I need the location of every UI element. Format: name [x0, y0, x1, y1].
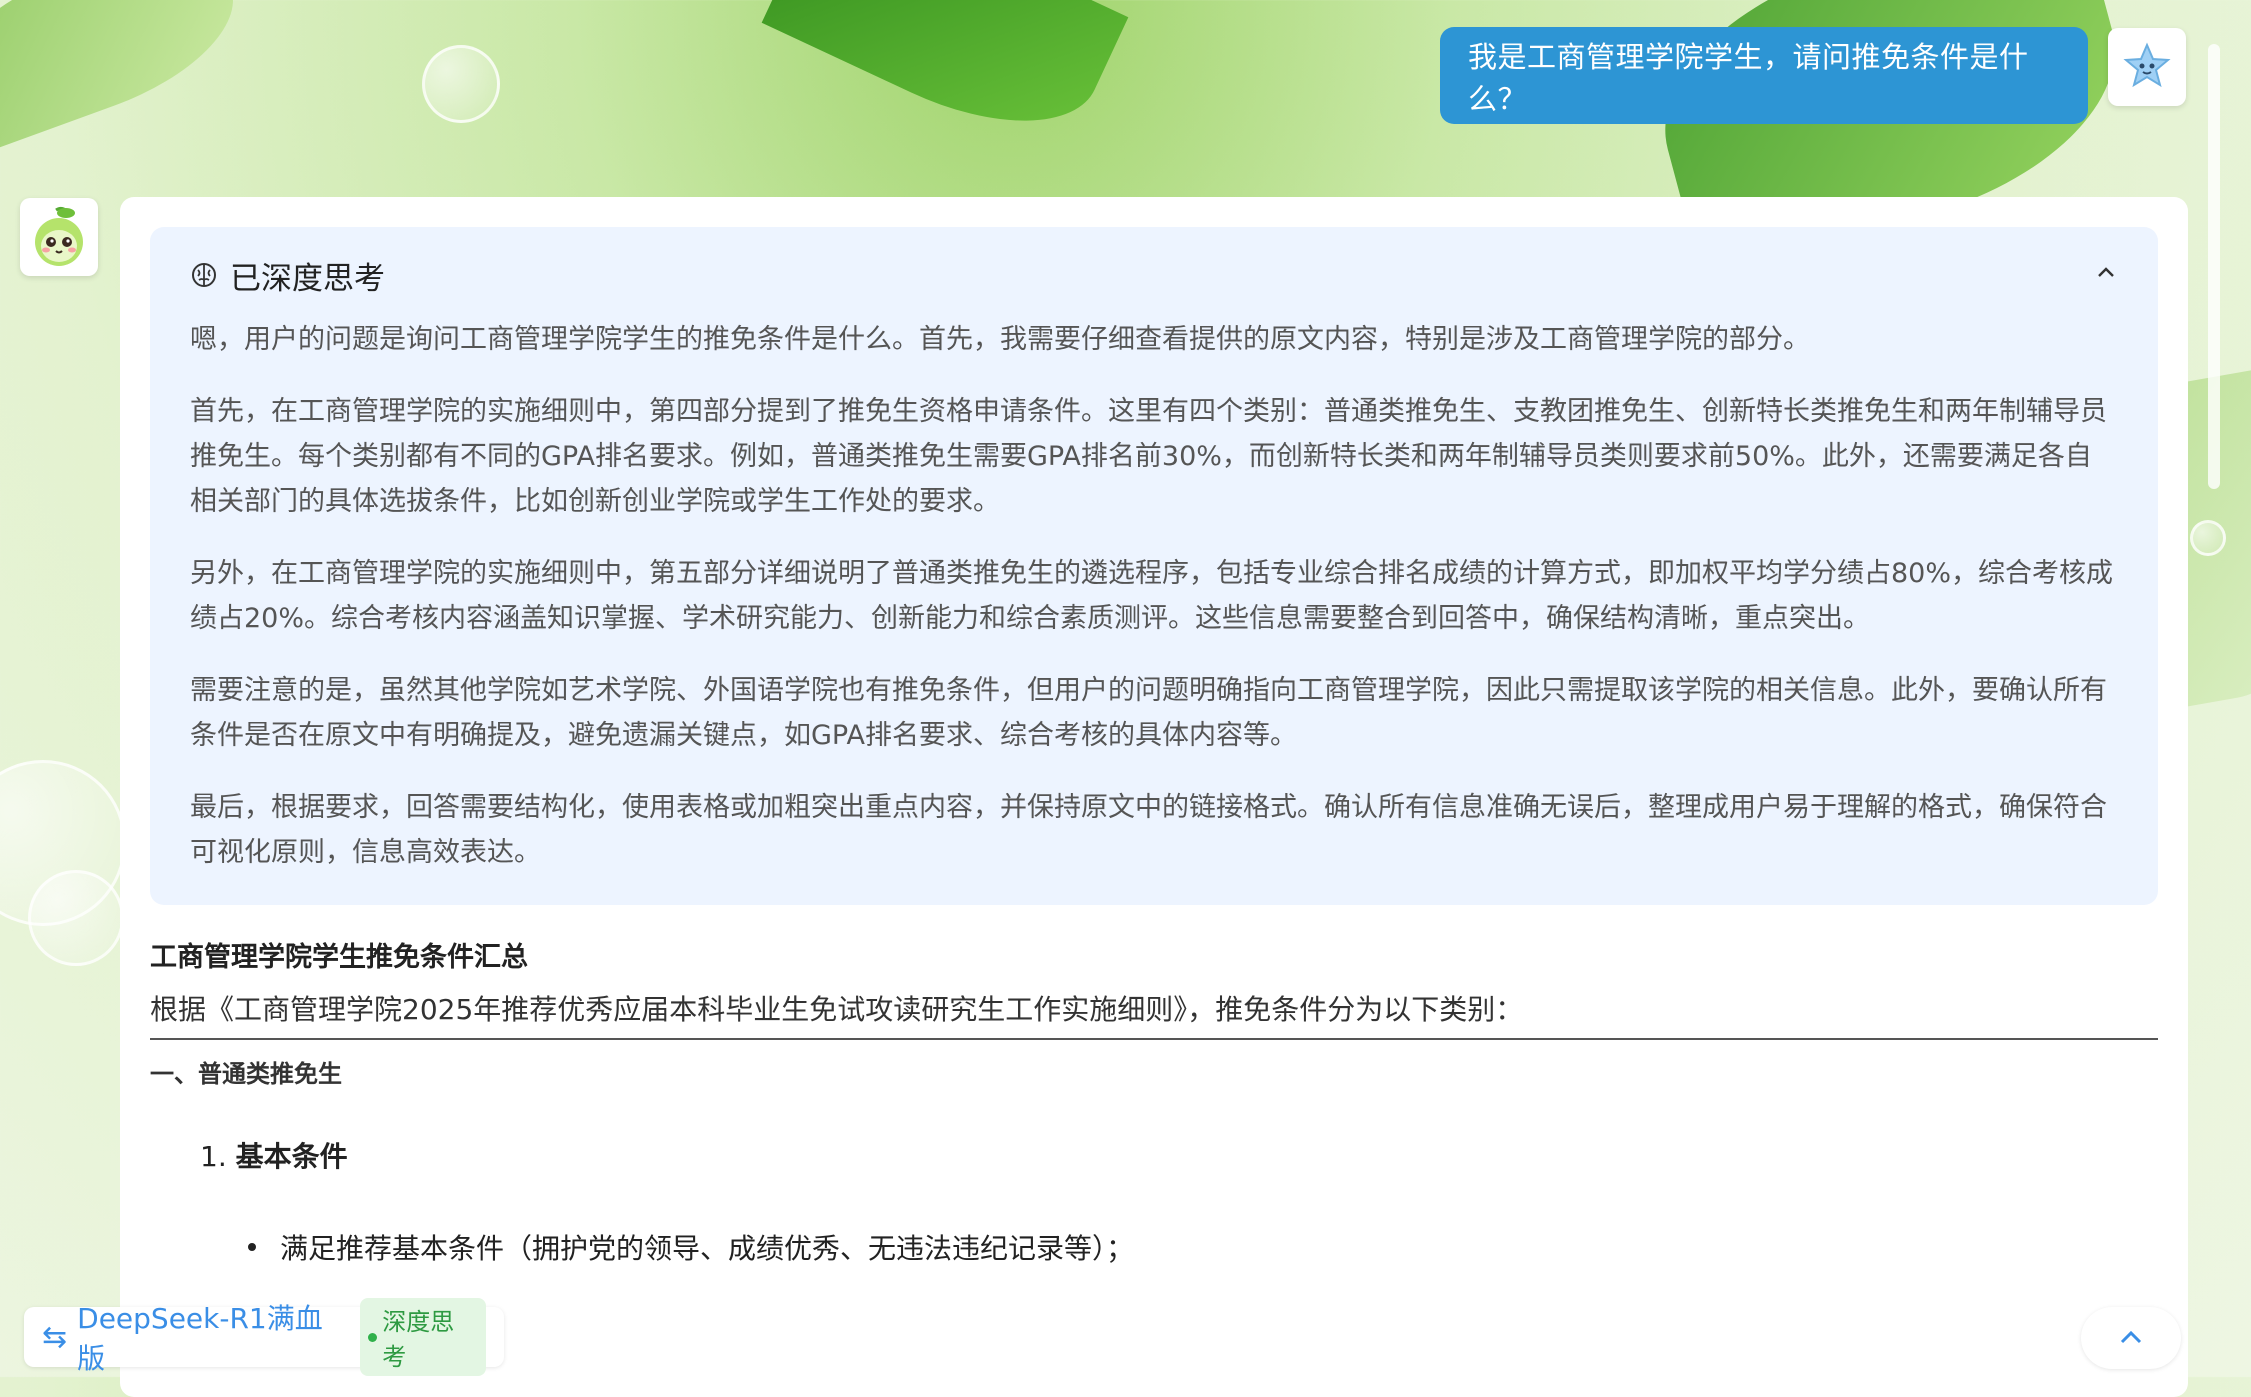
- assistant-message-card: 已深度思考 嗯，用户的问题是询问工商管理学院学生的推免条件是什么。首先，我需要仔…: [120, 197, 2188, 1397]
- thinking-panel: 已深度思考 嗯，用户的问题是询问工商管理学院学生的推免条件是什么。首先，我需要仔…: [150, 227, 2158, 905]
- thinking-paragraph: 最后，根据要求，回答需要结构化，使用表格或加粗突出重点内容，并保持原文中的链接格…: [190, 792, 2107, 868]
- model-name: DeepSeek-R1满血版: [77, 1302, 323, 1375]
- background-leaf: [761, 0, 1129, 163]
- thinking-header[interactable]: 已深度思考: [190, 255, 2118, 297]
- chevron-up-icon[interactable]: [2094, 261, 2118, 289]
- deep-think-badge: 深度思考: [360, 1298, 486, 1376]
- pear-mascot-icon: [35, 206, 83, 266]
- model-selector-button[interactable]: ⇆ DeepSeek-R1满血版 深度思考: [24, 1298, 504, 1376]
- scroll-to-top-button[interactable]: [2081, 1307, 2181, 1369]
- assistant-avatar: [20, 198, 98, 276]
- answer-section-heading: 一、普通类推免生: [150, 1060, 342, 1088]
- list-number: 1.: [200, 1140, 227, 1173]
- brain-icon: [190, 261, 218, 289]
- answer-subheading: 1. 基本条件: [200, 1135, 2158, 1175]
- scrollbar[interactable]: [2208, 44, 2220, 489]
- swap-icon: ⇆: [42, 1319, 68, 1355]
- thinking-paragraph: 首先，在工商管理学院的实施细则中，第四部分提到了推免生资格申请条件。这里有四个类…: [190, 396, 2107, 517]
- list-item: 满足推荐基本条件（拥护党的领导、成绩优秀、无违法违纪记录等）；: [248, 1227, 2158, 1267]
- deep-think-label: 深度思考: [382, 1308, 455, 1371]
- list-item-text: 满足推荐基本条件（拥护党的领导、成绩优秀、无违法违纪记录等）；: [280, 1232, 1135, 1265]
- thinking-paragraph: 嗯，用户的问题是询问工商管理学院学生的推免条件是什么。首先，我需要仔细查看提供的…: [190, 324, 1810, 355]
- user-message-bubble: 我是工商管理学院学生，请问推免条件是什么？: [1440, 27, 2088, 124]
- background-bubble: [422, 45, 500, 123]
- thinking-paragraph: 需要注意的是，虽然其他学院如艺术学院、外国语学院也有推免条件，但用户的问题明确指…: [190, 675, 2107, 751]
- star-mascot-icon: [2123, 42, 2171, 88]
- user-avatar: [2108, 28, 2186, 106]
- thinking-paragraph: 另外，在工商管理学院的实施细则中，第五部分详细说明了普通类推免生的遴选程序，包括…: [190, 558, 2114, 634]
- background-bubble: [28, 870, 124, 966]
- answer-title: 工商管理学院学生推免条件汇总: [150, 942, 528, 973]
- subheading-title: 基本条件: [235, 1140, 348, 1173]
- user-message-text: 我是工商管理学院学生，请问推免条件是什么？: [1468, 39, 2029, 116]
- thinking-title: 已深度思考: [230, 260, 385, 297]
- bullet-icon: [248, 1243, 256, 1251]
- background-bubble: [2190, 520, 2226, 556]
- status-dot-icon: [368, 1332, 378, 1342]
- answer-intro: 根据《工商管理学院2025年推荐优秀应届本科毕业生免试攻读研究生工作实施细则》，…: [150, 988, 2158, 1040]
- chevron-up-icon: [2120, 1330, 2142, 1344]
- background-leaf: [0, 0, 255, 158]
